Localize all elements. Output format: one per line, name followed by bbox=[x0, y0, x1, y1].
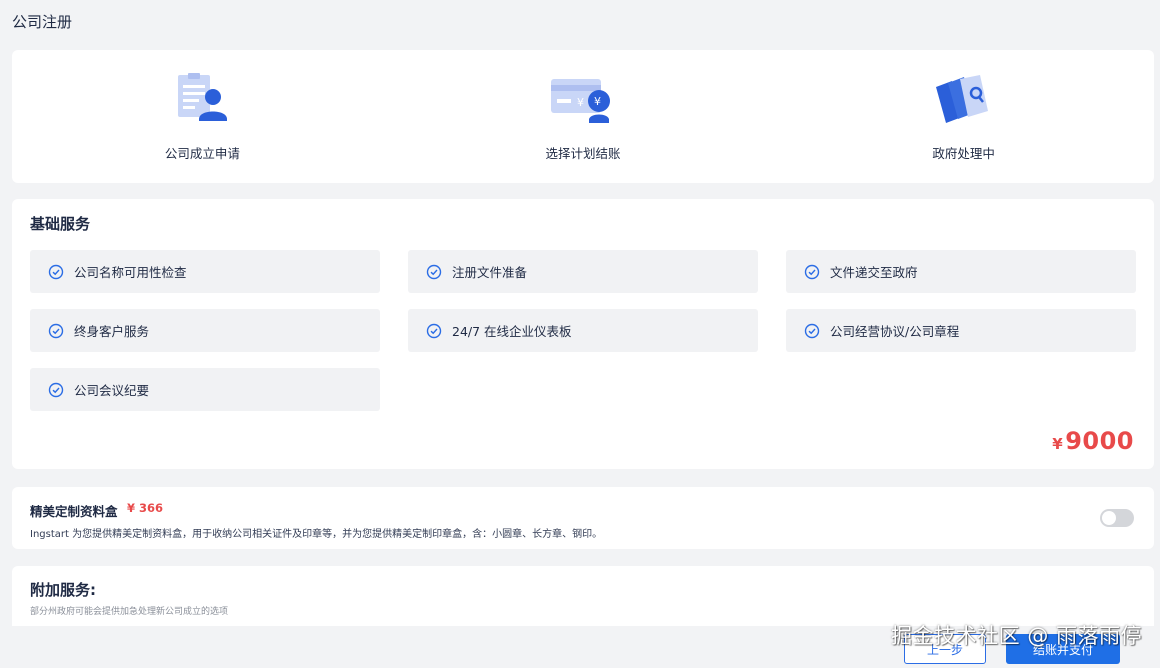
service-item: 注册文件准备 bbox=[408, 250, 758, 293]
basic-services-title: 基础服务 bbox=[30, 215, 91, 233]
check-circle-icon bbox=[48, 382, 64, 397]
service-item: 公司会议纪要 bbox=[30, 368, 380, 411]
check-circle-icon bbox=[426, 264, 442, 279]
service-label: 24/7 在线企业仪表板 bbox=[452, 324, 572, 339]
price-value: 9000 bbox=[1065, 427, 1134, 455]
custom-box-toggle[interactable] bbox=[1100, 509, 1134, 527]
step-label: 政府处理中 bbox=[932, 146, 995, 161]
service-label: 终身客户服务 bbox=[74, 324, 150, 339]
page: 公司注册 公司成立申请 ¥ ¥ 选择计划结账 政府处理中 基础服务 公司名称可用… bbox=[0, 0, 1160, 668]
svg-text:¥: ¥ bbox=[577, 96, 584, 109]
documents-stack-icon bbox=[935, 75, 988, 123]
service-label: 文件递交至政府 bbox=[830, 265, 918, 280]
price-currency: ¥ bbox=[1052, 435, 1064, 453]
step-checkout: ¥ ¥ 选择计划结账 bbox=[393, 50, 774, 183]
custom-box-price: ¥ 366 bbox=[127, 501, 164, 515]
step-label: 选择计划结账 bbox=[545, 146, 621, 161]
check-circle-icon bbox=[426, 323, 442, 338]
page-title: 公司注册 bbox=[12, 13, 73, 31]
service-label: 注册文件准备 bbox=[452, 265, 528, 280]
service-item: 公司名称可用性检查 bbox=[30, 250, 380, 293]
additional-services-subtitle: 部分州政府可能会提供加急处理新公司成立的选项 bbox=[30, 607, 229, 617]
service-item: 文件递交至政府 bbox=[786, 250, 1136, 293]
check-circle-icon bbox=[804, 323, 820, 338]
service-item: 24/7 在线企业仪表板 bbox=[408, 309, 758, 352]
step-government: 政府处理中 bbox=[773, 50, 1154, 183]
step-application: 公司成立申请 bbox=[12, 50, 393, 183]
check-circle-icon bbox=[804, 264, 820, 279]
document-person-icon bbox=[178, 73, 228, 121]
step-label: 公司成立申请 bbox=[164, 146, 240, 161]
additional-services-card: 附加服务: 部分州政府可能会提供加急处理新公司成立的选项 bbox=[12, 566, 1154, 626]
check-circle-icon bbox=[48, 323, 64, 338]
basic-services-card: 基础服务 公司名称可用性检查 注册文件准备 文件递交至政府 终身客户服务 24/… bbox=[12, 199, 1154, 469]
custom-box-title: 精美定制资料盒 bbox=[30, 504, 118, 519]
check-circle-icon bbox=[48, 264, 64, 279]
additional-services-title: 附加服务: bbox=[30, 581, 96, 599]
service-label: 公司会议纪要 bbox=[74, 383, 150, 398]
service-grid: 公司名称可用性检查 注册文件准备 文件递交至政府 终身客户服务 24/7 在线企… bbox=[30, 250, 1136, 411]
custom-box-card: 精美定制资料盒 ¥ 366 Ingstart 为您提供精美定制资料盒，用于收纳公… bbox=[12, 487, 1154, 549]
steps-card: 公司成立申请 ¥ ¥ 选择计划结账 政府处理中 bbox=[12, 50, 1154, 183]
basic-price: ¥9000 bbox=[1052, 427, 1134, 455]
service-item: 终身客户服务 bbox=[30, 309, 380, 352]
payment-card-icon: ¥ ¥ bbox=[551, 79, 610, 123]
custom-box-description: Ingstart 为您提供精美定制资料盒，用于收纳公司相关证件及印章等，并为您提… bbox=[30, 529, 603, 540]
svg-text:¥: ¥ bbox=[594, 95, 601, 108]
service-label: 公司名称可用性检查 bbox=[74, 265, 187, 280]
toggle-knob bbox=[1102, 511, 1116, 525]
service-item: 公司经营协议/公司章程 bbox=[786, 309, 1136, 352]
service-label: 公司经营协议/公司章程 bbox=[830, 324, 960, 339]
watermark: 掘金技术社区 @ 雨落雨停 bbox=[891, 624, 1142, 648]
